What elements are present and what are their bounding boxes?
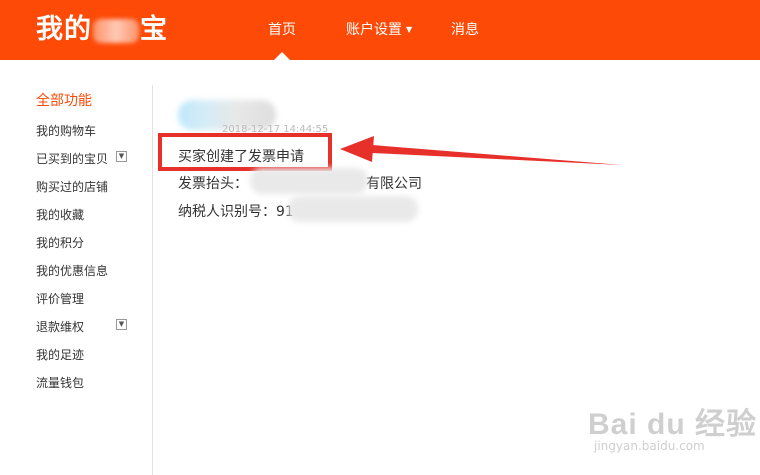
arrow-shaft xyxy=(372,145,622,165)
watermark-url: jingyan.baidu.com xyxy=(594,439,705,453)
watermark-text: Bai du 经验 xyxy=(588,408,758,441)
baidu-jingyan-watermark: Bai du 经验 jingyan.baidu.com xyxy=(588,395,756,465)
arrow-head xyxy=(340,136,374,162)
